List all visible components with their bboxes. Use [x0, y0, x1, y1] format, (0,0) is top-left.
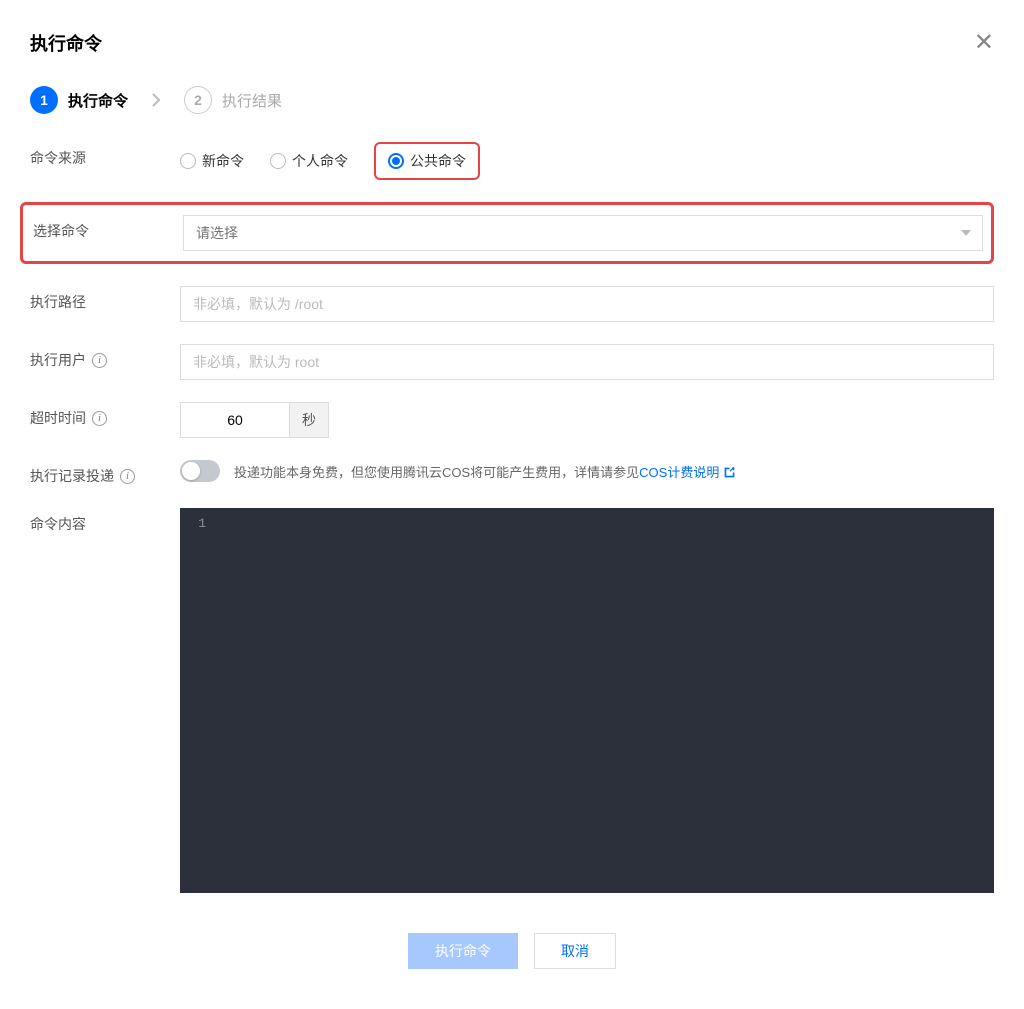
exec-path-input[interactable] [180, 286, 994, 322]
step-number: 1 [30, 86, 58, 114]
label-delivery: 执行记录投递 i [30, 460, 180, 486]
cos-billing-link[interactable]: COS计费说明 [639, 465, 736, 480]
delivery-line: 投递功能本身免费，但您使用腾讯云COS将可能产生费用，详情请参见COS计费说明 [180, 460, 994, 482]
radio-personal-command[interactable]: 个人命令 [270, 151, 348, 171]
radio-group-command-source: 新命令 个人命令 公共命令 [180, 142, 994, 180]
editor-code-area[interactable] [216, 508, 994, 893]
radio-circle-icon [180, 153, 196, 169]
stepper: 1 执行命令 2 执行结果 [30, 86, 994, 114]
row-timeout: 超时时间 i 秒 [30, 402, 994, 438]
radio-circle-icon [388, 153, 404, 169]
execute-button[interactable]: 执行命令 [408, 933, 518, 969]
toggle-knob-icon [182, 462, 200, 480]
label-timeout: 超时时间 i [30, 402, 180, 428]
step-number: 2 [184, 86, 212, 114]
radio-label: 公共命令 [410, 151, 466, 171]
timeout-stepper: 秒 [180, 402, 994, 438]
step-label: 执行命令 [68, 90, 128, 111]
delivery-toggle[interactable] [180, 460, 220, 482]
row-command-source: 命令来源 新命令 个人命令 公共命令 [30, 142, 994, 180]
row-delivery: 执行记录投递 i 投递功能本身免费，但您使用腾讯云COS将可能产生费用，详情请参… [30, 460, 994, 486]
info-icon[interactable]: i [120, 469, 135, 484]
external-link-icon [723, 466, 736, 479]
row-select-command-highlight: 选择命令 [20, 202, 994, 264]
radio-public-command[interactable]: 公共命令 [388, 151, 466, 171]
radio-label: 新命令 [202, 151, 244, 171]
label-text: 超时时间 [30, 408, 86, 428]
select-command-input[interactable] [183, 215, 983, 251]
timeout-input[interactable] [180, 402, 290, 438]
editor-gutter: 1 [180, 508, 216, 893]
row-command-content: 命令内容 1 [30, 508, 994, 893]
exec-user-input[interactable] [180, 344, 994, 380]
step-execute-result: 2 执行结果 [184, 86, 282, 114]
row-exec-user: 执行用户 i [30, 344, 994, 380]
radio-label: 个人命令 [292, 151, 348, 171]
note-prefix: 投递功能本身免费，但您使用腾讯云COS将可能产生费用，详情请参见 [234, 465, 639, 480]
delivery-note: 投递功能本身免费，但您使用腾讯云COS将可能产生费用，详情请参见COS计费说明 [234, 462, 736, 481]
step-label: 执行结果 [222, 90, 282, 111]
timeout-unit: 秒 [290, 402, 329, 438]
label-text: 执行用户 [30, 350, 86, 370]
row-exec-path: 执行路径 [30, 286, 994, 322]
dialog-header: 执行命令 ✕ [30, 30, 994, 56]
radio-new-command[interactable]: 新命令 [180, 151, 244, 171]
select-command-dropdown[interactable] [183, 215, 983, 251]
close-icon[interactable]: ✕ [974, 31, 994, 55]
dialog-title: 执行命令 [30, 30, 102, 56]
info-icon[interactable]: i [92, 353, 107, 368]
chevron-right-icon [150, 92, 162, 108]
label-text: 执行记录投递 [30, 466, 114, 486]
label-exec-path: 执行路径 [30, 286, 180, 312]
step-execute-command: 1 执行命令 [30, 86, 128, 114]
cancel-button[interactable]: 取消 [534, 933, 616, 969]
row-select-command: 选择命令 [33, 215, 983, 251]
info-icon[interactable]: i [92, 411, 107, 426]
label-select-command: 选择命令 [33, 215, 183, 241]
dialog-footer: 执行命令 取消 [30, 933, 994, 969]
line-number: 1 [190, 516, 206, 531]
radio-circle-icon [270, 153, 286, 169]
command-content-editor[interactable]: 1 [180, 508, 994, 893]
highlight-badge-public-command: 公共命令 [374, 142, 480, 180]
label-command-source: 命令来源 [30, 142, 180, 168]
label-exec-user: 执行用户 i [30, 344, 180, 370]
label-command-content: 命令内容 [30, 508, 180, 534]
